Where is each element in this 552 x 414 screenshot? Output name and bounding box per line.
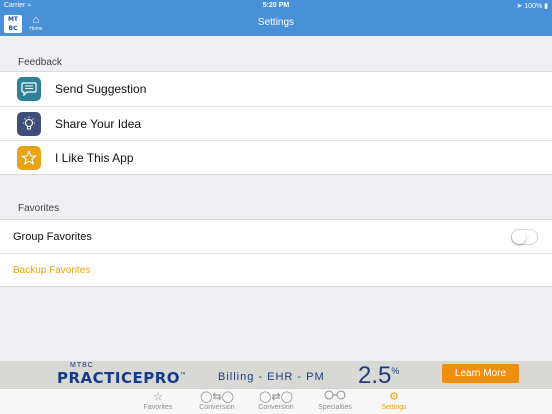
share-idea-row[interactable]: Share Your Idea <box>0 106 552 141</box>
like-app-row[interactable]: I Like This App <box>0 140 552 174</box>
tab-specialties[interactable]: Specialties <box>305 390 365 411</box>
conversion-alt-icon: ◯⇄◯ <box>259 391 293 403</box>
banner-brand-text: PRACTICEPRO <box>57 369 181 387</box>
tab-conversion-2-label: Conversion <box>258 404 294 411</box>
battery-percent: 100% <box>524 3 543 10</box>
status-bar: Carrier ≈ 5:20 PM ➤ 100% ▮ <box>0 0 552 12</box>
toggle-knob <box>512 230 526 244</box>
banner-company: MTBC <box>70 362 94 369</box>
share-idea-label: Share Your Idea <box>55 116 142 131</box>
navigation-bar: MT BC ⌂ Home Settings <box>0 12 552 36</box>
group-favorites-toggle[interactable] <box>511 229 538 245</box>
trademark-symbol: ™ <box>180 372 187 379</box>
tab-favorites-label: Favorites <box>143 404 173 411</box>
banner-services: Billing - EHR - PM <box>218 371 325 383</box>
speech-bubble-icon <box>17 77 41 101</box>
lightbulb-icon <box>17 111 41 136</box>
ad-banner[interactable]: MTBC PRACTICEPRO™ Billing - EHR - PM 2.5… <box>0 361 552 388</box>
feedback-section-header: Feedback <box>18 57 62 68</box>
tab-conversion-2[interactable]: ◯⇄◯ Conversion <box>246 390 306 411</box>
tab-conversion[interactable]: ◯⇆◯ Conversion <box>187 390 247 411</box>
star-icon <box>17 145 41 170</box>
banner-brand: PRACTICEPRO™ <box>57 369 187 387</box>
send-suggestion-row[interactable]: Send Suggestion <box>0 72 552 107</box>
battery-status: ➤ 100% ▮ <box>516 2 548 10</box>
banner-rate: 2.5% <box>358 362 399 388</box>
tab-settings-label: Settings <box>381 404 407 411</box>
glasses-icon <box>305 390 365 404</box>
feedback-group: Send Suggestion Share Your Idea I Like T… <box>0 71 552 175</box>
learn-more-button[interactable]: Learn More <box>442 364 519 383</box>
battery-icon: ▮ <box>544 3 548 10</box>
tab-specialties-label: Specialties <box>318 404 352 411</box>
banner-rate-unit: % <box>391 366 400 376</box>
star-outline-icon: ☆ <box>153 391 163 403</box>
status-time: 5:20 PM <box>262 2 290 9</box>
tab-settings[interactable]: ⚙ Settings <box>364 390 424 411</box>
tab-bar: ☆ Favorites ◯⇆◯ Conversion ◯⇄◯ Conversio… <box>0 388 552 414</box>
gear-icon: ⚙ <box>389 391 399 403</box>
like-app-label: I Like This App <box>55 150 134 165</box>
tab-favorites[interactable]: ☆ Favorites <box>128 390 188 411</box>
send-suggestion-label: Send Suggestion <box>55 82 147 96</box>
tab-conversion-label: Conversion <box>199 404 235 411</box>
backup-favorites-row[interactable]: Backup Favorites <box>0 253 552 286</box>
conversion-icon: ◯⇆◯ <box>200 391 234 403</box>
backup-favorites-link[interactable]: Backup Favorites <box>13 265 90 276</box>
location-icon: ➤ <box>516 3 523 10</box>
banner-rate-value: 2.5 <box>358 362 392 388</box>
favorites-group: Group Favorites Backup Favorites <box>0 219 552 287</box>
page-title: Settings <box>257 17 295 28</box>
group-favorites-row: Group Favorites <box>0 220 552 253</box>
group-favorites-label: Group Favorites <box>13 230 92 243</box>
favorites-section-header: Favorites <box>18 203 60 214</box>
